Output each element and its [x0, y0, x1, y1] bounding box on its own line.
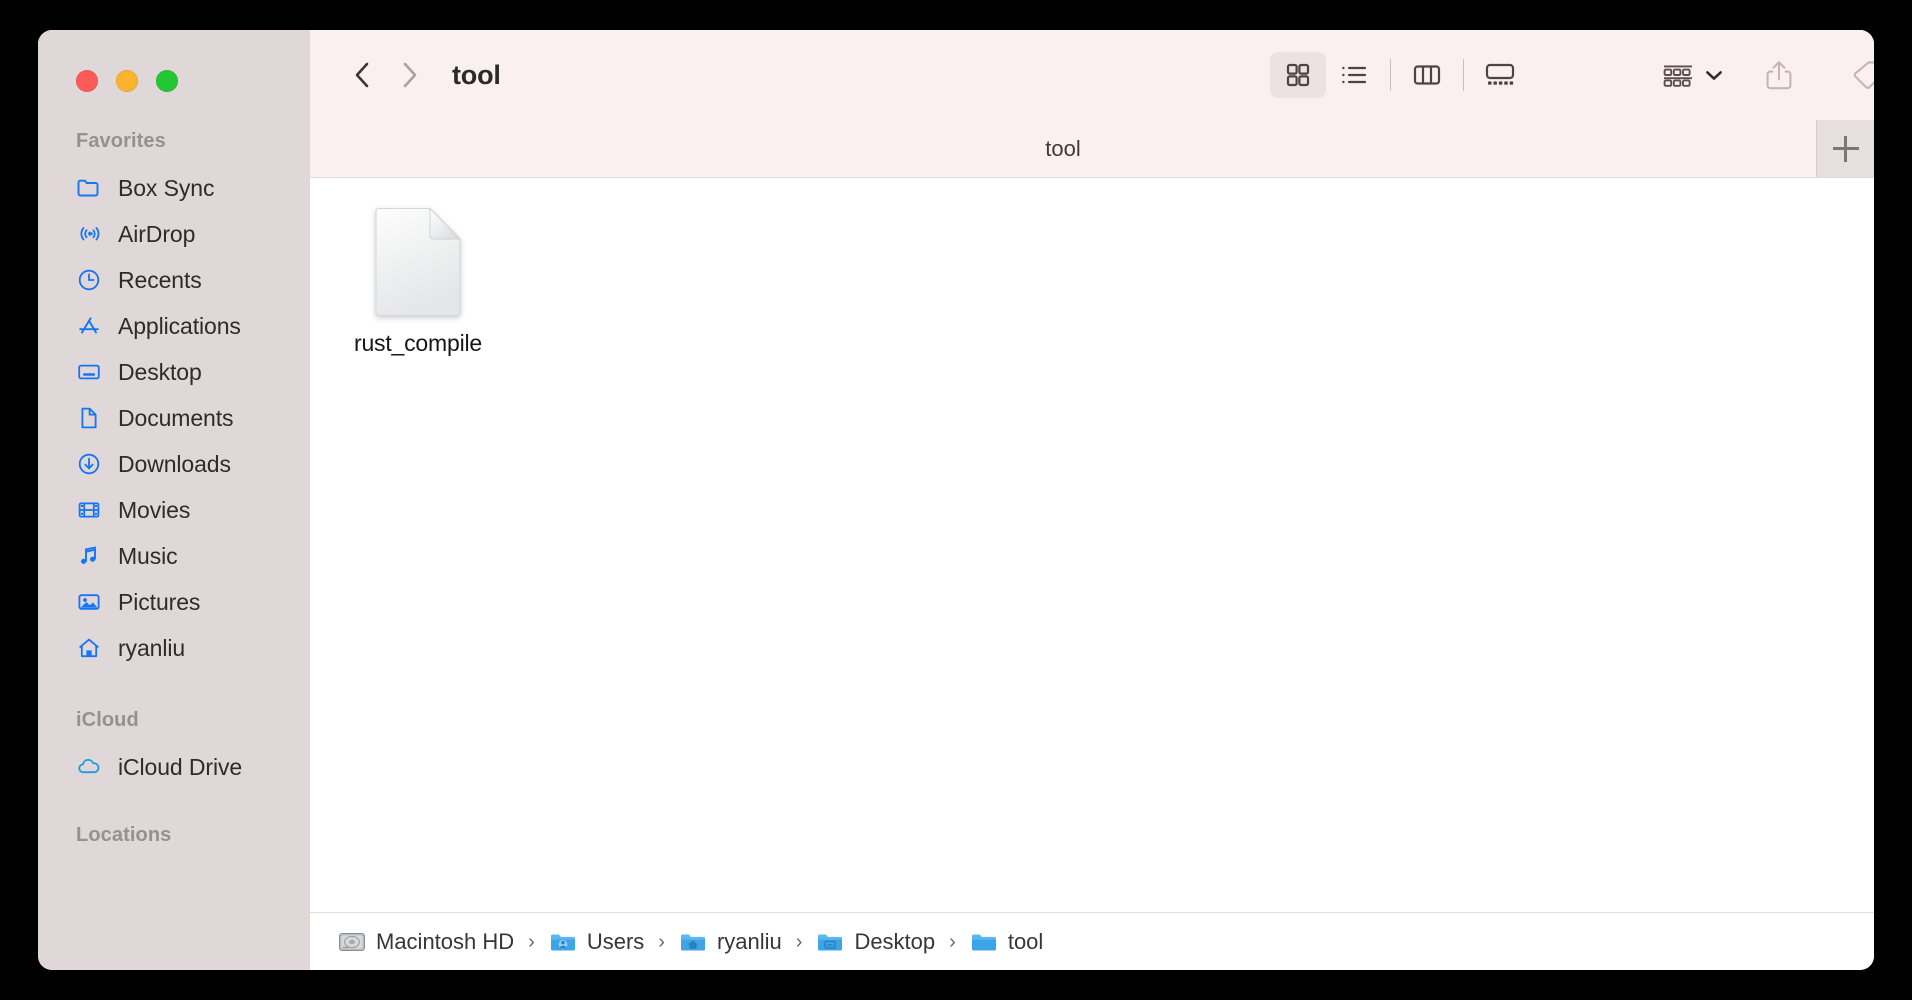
file-name-label: rust_compile — [354, 330, 482, 356]
tab-tool[interactable]: tool — [310, 120, 1816, 177]
close-button[interactable] — [76, 70, 98, 92]
desktop-icon — [76, 359, 102, 385]
breadcrumb-label: tool — [1007, 928, 1044, 954]
folder-icon — [76, 175, 102, 201]
breadcrumb-label: Desktop — [854, 928, 936, 954]
sidebar-item-label: iCloud Drive — [118, 753, 243, 780]
sidebar-section-locations: Locations — [76, 824, 172, 846]
sidebar-item-applications[interactable]: Applications — [38, 303, 310, 349]
traffic-lights — [38, 30, 310, 92]
main-pane: tool tool rust_compile Macintosh HD › Us… — [310, 30, 1874, 970]
breadcrumb-label: Users — [586, 928, 645, 954]
column-view-button[interactable] — [1399, 52, 1455, 98]
tab-label: tool — [1045, 135, 1081, 161]
breadcrumb-item-users[interactable]: Users — [549, 929, 644, 955]
breadcrumb-label: Macintosh HD — [376, 928, 515, 954]
airdrop-icon — [76, 221, 102, 247]
sidebar-item-label: Documents — [118, 404, 234, 431]
page-title: tool — [452, 59, 501, 90]
sidebar-item-ryanliu[interactable]: ryanliu — [38, 625, 310, 671]
sidebar-item-label: Box Sync — [118, 174, 215, 201]
sidebar-item-label: ryanliu — [118, 634, 186, 661]
gallery-view-button[interactable] — [1472, 52, 1528, 98]
tags-button[interactable] — [1824, 52, 1874, 98]
breadcrumb-separator: › — [658, 930, 665, 953]
sidebar-item-desktop[interactable]: Desktop — [38, 349, 310, 395]
chevron-down-icon — [1706, 71, 1722, 80]
download-icon — [76, 451, 102, 477]
toolbar-divider — [1390, 59, 1391, 91]
generic-document-icon — [372, 206, 464, 318]
picture-icon — [76, 589, 102, 615]
breadcrumb-label: ryanliu — [716, 928, 782, 954]
breadcrumb-separator: › — [949, 930, 956, 953]
sidebar-item-documents[interactable]: Documents — [38, 395, 310, 441]
sidebar-item-label: AirDrop — [118, 220, 196, 247]
finder-window: Favorites Box Sync AirDrop Recents Appli… — [38, 30, 1874, 970]
breadcrumb-separator: › — [795, 930, 803, 953]
sidebar-item-label: Movies — [118, 496, 191, 523]
hard-drive-icon — [339, 932, 365, 951]
icon-view-button[interactable] — [1270, 52, 1326, 98]
home-folder-icon — [680, 934, 705, 950]
sidebar-section-icloud: iCloud — [76, 709, 139, 731]
sidebar-item-label: Pictures — [118, 588, 201, 615]
back-button[interactable] — [340, 52, 386, 98]
music-note-icon — [76, 543, 102, 569]
new-tab-button[interactable] — [1816, 120, 1874, 177]
breadcrumb-item-ryanliu[interactable]: ryanliu — [679, 929, 782, 955]
sidebar-item-downloads[interactable]: Downloads — [38, 441, 310, 487]
cloud-icon — [76, 754, 102, 780]
view-mode-group — [1270, 52, 1528, 98]
share-button[interactable] — [1734, 52, 1824, 98]
sidebar: Favorites Box Sync AirDrop Recents Appli… — [38, 30, 310, 970]
sidebar-item-movies[interactable]: Movies — [38, 487, 310, 533]
plus-icon — [1832, 135, 1859, 162]
group-button[interactable] — [1650, 52, 1734, 98]
sidebar-item-label: Applications — [118, 312, 241, 339]
toolbar: tool — [310, 30, 1874, 120]
clock-icon — [76, 267, 102, 293]
film-icon — [76, 497, 102, 523]
desktop-folder-icon — [818, 934, 843, 950]
sidebar-item-icloud-drive[interactable]: iCloud Drive — [38, 744, 310, 790]
tab-bar: tool — [310, 120, 1874, 178]
file-grid: rust_compile — [310, 178, 1874, 912]
sidebar-item-recents[interactable]: Recents — [38, 257, 310, 303]
sidebar-item-airdrop[interactable]: AirDrop — [38, 211, 310, 257]
sidebar-item-music[interactable]: Music — [38, 533, 310, 579]
users-folder-icon — [550, 934, 575, 950]
sidebar-item-label: Recents — [118, 266, 202, 293]
sidebar-item-box-sync[interactable]: Box Sync — [38, 165, 310, 211]
minimize-button[interactable] — [116, 70, 138, 92]
breadcrumb-item-tool[interactable]: tool — [970, 929, 1043, 955]
file-item[interactable]: rust_compile — [344, 206, 492, 357]
sidebar-item-label: Music — [118, 542, 178, 569]
sidebar-item-label: Desktop — [118, 358, 202, 385]
sidebar-item-pictures[interactable]: Pictures — [38, 579, 310, 625]
breadcrumb: Macintosh HD › Users › ryanliu › Desktop… — [310, 912, 1874, 970]
list-view-button[interactable] — [1326, 52, 1382, 98]
maximize-button[interactable] — [156, 70, 178, 92]
toolbar-divider — [1463, 59, 1464, 91]
document-icon — [76, 405, 102, 431]
breadcrumb-separator: › — [528, 930, 535, 953]
applications-icon — [76, 313, 102, 339]
sidebar-section-favorites: Favorites — [76, 130, 166, 152]
breadcrumb-item-macintosh-hd[interactable]: Macintosh HD — [338, 929, 514, 955]
home-icon — [76, 635, 102, 661]
sidebar-item-label: Downloads — [118, 450, 231, 477]
breadcrumb-item-desktop[interactable]: Desktop — [816, 929, 935, 955]
folder-icon — [971, 934, 996, 950]
toolbar-actions — [1650, 52, 1874, 98]
forward-button[interactable] — [386, 52, 432, 98]
